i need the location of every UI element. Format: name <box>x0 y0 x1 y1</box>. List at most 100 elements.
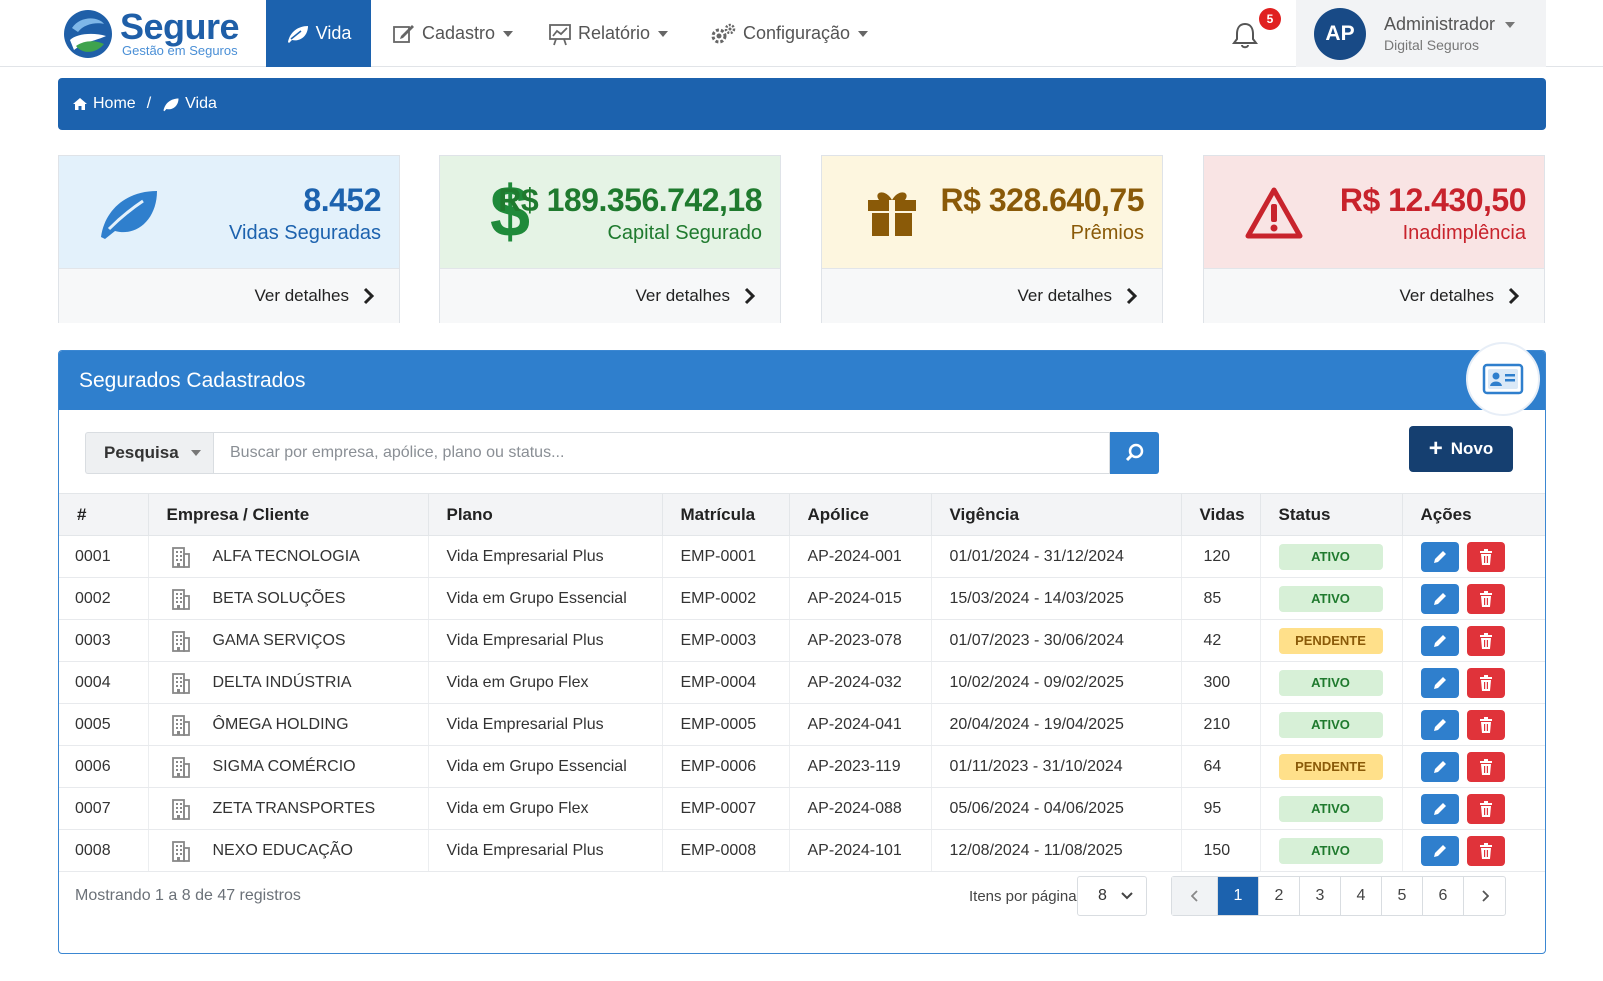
col-header[interactable]: Status <box>1260 493 1403 536</box>
segure-logo-icon <box>64 10 112 58</box>
building-icon <box>171 672 190 694</box>
delete-button[interactable] <box>1466 541 1505 572</box>
pencil-icon <box>1433 760 1446 773</box>
edit-button[interactable] <box>1420 667 1459 698</box>
row-matricula: EMP-0004 <box>662 661 790 704</box>
nav-vida[interactable]: Vida <box>266 0 371 67</box>
pagination-page[interactable]: 4 <box>1341 877 1382 915</box>
plus-icon: + <box>1428 435 1443 462</box>
col-header[interactable]: Plano <box>428 493 663 536</box>
col-header[interactable]: Vigência <box>931 493 1182 536</box>
pagination-page[interactable]: 5 <box>1382 877 1423 915</box>
row-apolice: AP-2024-041 <box>789 703 932 746</box>
pagination-page[interactable]: 2 <box>1259 877 1300 915</box>
add-new-button[interactable]: + Novo <box>1409 426 1513 472</box>
status-badge: ATIVO <box>1278 795 1383 822</box>
row-id: 0002 <box>59 577 149 620</box>
user-menu[interactable]: AP Administrador Digital Seguros <box>1296 0 1546 67</box>
search-button[interactable] <box>1110 432 1159 474</box>
panel-badge <box>1466 342 1540 416</box>
pagination-prev[interactable] <box>1172 877 1218 915</box>
edit-button[interactable] <box>1420 793 1459 824</box>
table-row[interactable]: 0001 ALFA TECNOLOGIA Vida Empresarial Plus… <box>59 535 1545 578</box>
row-id: 0005 <box>59 703 149 746</box>
nav-configuracao[interactable]: Configuração <box>709 0 869 67</box>
search-type-select[interactable]: Pesquisa <box>85 432 213 474</box>
table-row[interactable]: 0006 SIGMA COMÉRCIO Vida em Grupo Essencia… <box>59 745 1545 788</box>
row-status: PENDENTE <box>1260 745 1403 788</box>
delete-button[interactable] <box>1466 835 1505 866</box>
stat-card-vidas: 8.452 Vidas Seguradas Ver detalhes <box>58 155 400 323</box>
chevron-left-icon <box>1190 890 1198 902</box>
trash-icon <box>1479 674 1492 691</box>
col-header[interactable]: Apólice <box>789 493 932 536</box>
ver-detalhes-link[interactable]: Ver detalhes <box>1204 268 1544 323</box>
row-plano: Vida em Grupo Flex <box>428 787 663 830</box>
row-actions <box>1402 829 1545 872</box>
table-row[interactable]: 0003 GAMA SERVIÇOS Vida Empresarial Plus EM… <box>59 619 1545 662</box>
delete-button[interactable] <box>1466 583 1505 614</box>
chevron-right-icon <box>1508 287 1520 305</box>
edit-button[interactable] <box>1420 751 1459 782</box>
trash-icon <box>1479 590 1492 607</box>
ver-detalhes-link[interactable]: Ver detalhes <box>440 268 780 323</box>
row-actions <box>1402 535 1545 578</box>
table-row[interactable]: 0005 ÔMEGA HOLDING Vida Empresarial Plus EM… <box>59 703 1545 746</box>
edit-icon <box>393 24 414 43</box>
ver-detalhes-link[interactable]: Ver detalhes <box>59 268 399 323</box>
delete-button[interactable] <box>1466 793 1505 824</box>
pagination-next[interactable] <box>1464 877 1505 915</box>
row-empresa: NEXO EDUCAÇÃO <box>148 829 429 872</box>
brand-tagline: Gestão em Seguros <box>122 43 238 58</box>
ver-detalhes-link[interactable]: Ver detalhes <box>822 268 1162 323</box>
nav-relatorio[interactable]: Relatório <box>548 0 669 67</box>
edit-button[interactable] <box>1420 709 1459 740</box>
status-badge: ATIVO <box>1278 543 1383 570</box>
card-label: Vidas Seguradas <box>229 222 381 244</box>
home-icon <box>73 98 87 110</box>
pencil-icon <box>1433 550 1446 563</box>
col-header[interactable]: Matrícula <box>662 493 790 536</box>
row-status: PENDENTE <box>1260 619 1403 662</box>
search-input[interactable] <box>213 432 1110 474</box>
row-empresa: GAMA SERVIÇOS <box>148 619 429 662</box>
per-page-select[interactable]: 8 <box>1077 876 1147 916</box>
table-row[interactable]: 0008 NEXO EDUCAÇÃO Vida Empresarial Plus EM… <box>59 829 1545 872</box>
chevron-right-icon <box>1481 890 1489 902</box>
pagination-page[interactable]: 1 <box>1218 877 1259 915</box>
delete-button[interactable] <box>1466 751 1505 782</box>
delete-button[interactable] <box>1466 667 1505 698</box>
table-row[interactable]: 0007 ZETA TRANSPORTES Vida em Grupo Flex EM… <box>59 787 1545 830</box>
trash-icon <box>1479 758 1492 775</box>
trash-icon <box>1479 842 1492 859</box>
row-matricula: EMP-0006 <box>662 745 790 788</box>
chevron-down-icon <box>858 30 869 37</box>
row-matricula: EMP-0007 <box>662 787 790 830</box>
table-row[interactable]: 0002 BETA SOLUÇÕES Vida em Grupo Essencial… <box>59 577 1545 620</box>
breadcrumb-home[interactable]: Home <box>72 95 136 113</box>
row-plano: Vida Empresarial Plus <box>428 535 663 578</box>
building-icon <box>171 756 190 778</box>
brand-logo[interactable]: Segure Gestão em Seguros <box>62 4 252 64</box>
row-apolice: AP-2024-032 <box>789 661 932 704</box>
pagination-page[interactable]: 6 <box>1423 877 1464 915</box>
row-vidas: 64 <box>1181 745 1261 788</box>
row-apolice: AP-2023-119 <box>789 745 932 788</box>
status-badge: PENDENTE <box>1278 753 1383 780</box>
delete-button[interactable] <box>1466 709 1505 740</box>
col-header[interactable]: Vidas <box>1181 493 1261 536</box>
edit-button[interactable] <box>1420 835 1459 866</box>
pagination-page[interactable]: 3 <box>1300 877 1341 915</box>
table-header: # Empresa / Cliente Plano Matrícula Apól… <box>59 493 1545 536</box>
table-row[interactable]: 0004 DELTA INDÚSTRIA Vida em Grupo Flex EMP… <box>59 661 1545 704</box>
col-header[interactable]: Empresa / Cliente <box>148 493 429 536</box>
edit-button[interactable] <box>1420 583 1459 614</box>
col-header[interactable]: # <box>59 493 149 536</box>
row-vidas: 150 <box>1181 829 1261 872</box>
bell-icon[interactable] <box>1230 20 1260 50</box>
delete-button[interactable] <box>1466 625 1505 656</box>
edit-button[interactable] <box>1420 541 1459 572</box>
edit-button[interactable] <box>1420 625 1459 656</box>
nav-cadastro[interactable]: Cadastro <box>392 0 514 67</box>
per-page-label: Itens por página <box>969 888 1077 905</box>
